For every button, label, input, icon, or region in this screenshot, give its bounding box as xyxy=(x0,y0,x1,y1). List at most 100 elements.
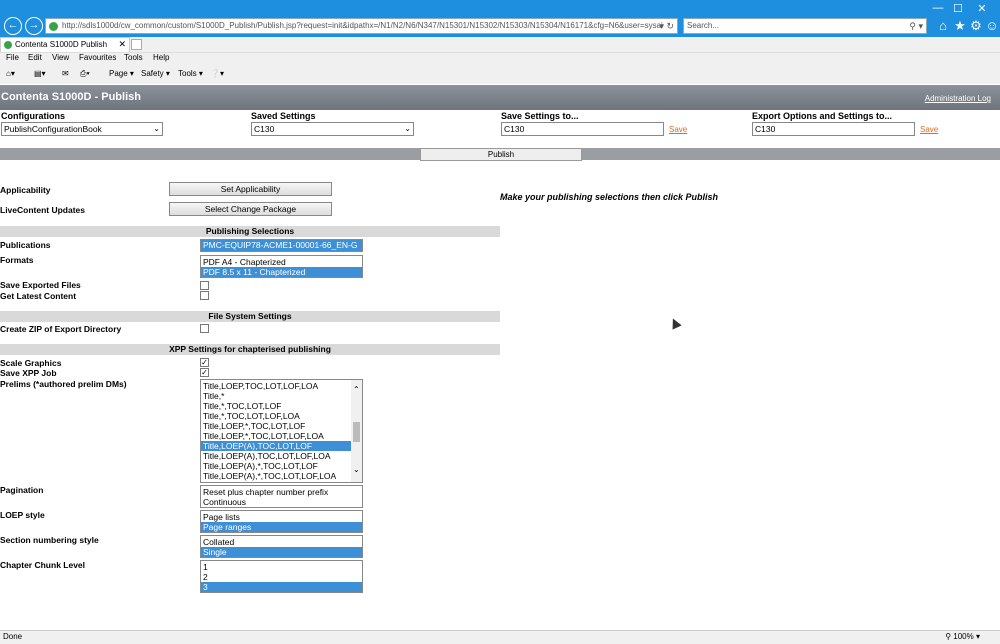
section-numbering-list[interactable]: Collated Single xyxy=(200,535,363,558)
safety-menu[interactable]: Safety ▾ xyxy=(141,69,170,78)
search-icon[interactable]: ⚲ ▾ xyxy=(909,19,923,33)
chunk-level-list[interactable]: 123 xyxy=(200,560,363,593)
menu-help[interactable]: Help xyxy=(153,53,169,62)
publications-item[interactable]: PMC-EQUIP78-ACME1-00001-66_EN-G xyxy=(201,240,362,251)
loep-style-item[interactable]: Page lists xyxy=(201,512,362,522)
new-tab-button[interactable] xyxy=(131,39,142,50)
close-icon[interactable]: ✕ xyxy=(972,2,992,15)
menu-view[interactable]: View xyxy=(52,53,69,62)
prelims-item[interactable]: Title,LOEP,*,TOC,LOT,LOF xyxy=(201,421,362,431)
app-header xyxy=(0,85,1000,110)
status-text: Done xyxy=(3,632,23,641)
section-numbering-item[interactable]: Single xyxy=(201,547,362,557)
formats-item[interactable]: PDF 8.5 x 11 - Chapterized xyxy=(201,267,362,277)
prelims-item[interactable]: Title,* xyxy=(201,391,362,401)
back-icon[interactable]: ← xyxy=(4,17,22,35)
address-bar[interactable]: http://sdls1000d/cw_common/custom/S1000D… xyxy=(45,18,678,34)
prelims-list[interactable]: Title,LOEP,TOC,LOT,LOF,LOA Title,* Title,*… xyxy=(200,379,363,483)
prelims-item[interactable]: Title,LOEP(A),TOC,LOT,LOF,LOA xyxy=(201,451,362,461)
section-numbering-label: Section numbering style xyxy=(0,535,99,545)
create-zip-checkbox[interactable] xyxy=(200,324,209,333)
chunk-level-label: Chapter Chunk Level xyxy=(0,560,86,570)
smiley-icon[interactable]: ☺ xyxy=(984,18,1000,33)
get-latest-checkbox[interactable] xyxy=(200,291,209,300)
address-url: http://sdls1000d/cw_common/custom/S1000D… xyxy=(62,21,663,30)
save-exported-checkbox[interactable] xyxy=(200,281,209,290)
browser-tab[interactable]: Contenta S1000D Publish ✕ xyxy=(0,37,130,52)
print-icon[interactable]: ⎙▾ xyxy=(80,69,90,79)
prelims-item[interactable]: Title,*,TOC,LOT,LOF xyxy=(201,401,362,411)
pagination-item[interactable]: Reset plus chapter number prefix xyxy=(201,487,362,497)
section-numbering-item[interactable]: Collated xyxy=(201,537,362,547)
gear-icon[interactable]: ⚙ xyxy=(968,18,984,34)
loep-style-list[interactable]: Page lists Page ranges xyxy=(200,510,363,533)
formats-item[interactable]: PDF A4 - Chapterized xyxy=(201,257,362,267)
tab-row xyxy=(0,37,1000,52)
prelims-item[interactable]: Title,LOEP(A),*,TOC,LOT,LOF,LOA xyxy=(201,471,362,481)
publications-label: Publications xyxy=(0,240,51,250)
scale-graphics-label: Scale Graphics xyxy=(0,358,62,368)
select-change-package-button[interactable]: Select Change Package xyxy=(169,202,332,216)
prelims-label: Prelims (*authored prelim DMs) xyxy=(0,379,127,389)
chunk-level-item[interactable]: 3 xyxy=(201,582,362,592)
pagination-list[interactable]: Reset plus chapter number prefix Continuo… xyxy=(200,485,363,508)
export-options-input[interactable]: C130 xyxy=(752,122,915,136)
search-placeholder: Search... xyxy=(687,21,720,30)
prelims-item[interactable]: Title,LOEP(A),TOC,LOT,LOF xyxy=(201,441,362,451)
formats-list[interactable]: PDF A4 - Chapterized PDF 8.5 x 11 - Chapt… xyxy=(200,255,363,278)
tab-favicon-icon xyxy=(4,41,12,49)
home-cmd-icon[interactable]: ⌂▾ xyxy=(6,69,15,78)
prelims-item[interactable]: Title,*,TOC,LOT,LOF,LOA xyxy=(201,411,362,421)
page-menu-label: Page xyxy=(109,69,128,78)
feeds-icon[interactable]: ▤▾ xyxy=(34,69,46,78)
tab-close-icon[interactable]: ✕ xyxy=(118,38,126,51)
minimize-icon[interactable]: — xyxy=(928,2,948,14)
saved-settings-select[interactable]: C130 ⌄ xyxy=(251,122,414,136)
save-xpp-checkbox[interactable]: ✓ xyxy=(200,368,209,377)
tab-title: Contenta S1000D Publish xyxy=(15,40,108,49)
home-icon[interactable]: ⌂ xyxy=(935,18,951,33)
prelims-item[interactable]: Title,LOEP(A),*,TOC,LOT,LOF xyxy=(201,461,362,471)
status-bar xyxy=(0,630,1000,644)
publications-list[interactable]: PMC-EQUIP78-ACME1-00001-66_EN-G xyxy=(200,239,363,252)
save-settings-input[interactable]: C130 xyxy=(501,122,664,136)
refresh-icon[interactable]: ▾ ↻ xyxy=(659,19,674,33)
page-title: Contenta S1000D - Publish xyxy=(1,91,141,103)
maximize-icon[interactable]: ☐ xyxy=(948,2,968,15)
search-box[interactable]: Search... ⚲ ▾ xyxy=(683,18,927,34)
export-save-link[interactable]: Save xyxy=(920,125,938,134)
mail-icon[interactable]: ✉ xyxy=(62,69,69,78)
forward-icon[interactable]: → xyxy=(25,17,43,35)
publish-hint: Make your publishing selections then cli… xyxy=(500,192,719,202)
help-icon[interactable]: ❔▾ xyxy=(210,69,224,78)
safety-menu-label: Safety xyxy=(141,69,164,78)
save-settings-link[interactable]: Save xyxy=(669,125,687,134)
prelims-item[interactable]: Title,LOEP,TOC,LOT,LOF,LOA xyxy=(201,381,362,391)
prelims-item[interactable]: Title,LOEP,*,TOC,LOT,LOF,LOA xyxy=(201,431,362,441)
file-system-settings-header: File System Settings xyxy=(0,311,500,322)
pagination-item[interactable]: Continuous xyxy=(201,497,362,507)
set-applicability-button[interactable]: Set Applicability xyxy=(169,182,332,196)
chunk-level-item[interactable]: 2 xyxy=(201,572,362,582)
pagination-label: Pagination xyxy=(0,485,44,495)
chevron-up-icon[interactable]: ⌃ xyxy=(353,385,360,394)
publish-button[interactable]: Publish xyxy=(420,148,582,161)
administration-log-link[interactable]: Administration Log xyxy=(925,94,991,103)
chunk-level-item[interactable]: 1 xyxy=(201,562,362,572)
favorites-star-icon[interactable]: ★ xyxy=(952,18,968,34)
menu-tools[interactable]: Tools xyxy=(124,53,143,62)
prelims-scroll-thumb[interactable] xyxy=(353,422,360,442)
create-zip-label: Create ZIP of Export Directory xyxy=(0,324,122,334)
page-menu[interactable]: Page ▾ xyxy=(109,69,134,78)
zoom-level[interactable]: ⚲ 100% ▾ xyxy=(945,632,980,641)
site-favicon-icon xyxy=(49,22,58,31)
menu-edit[interactable]: Edit xyxy=(28,53,42,62)
tools-menu[interactable]: Tools ▾ xyxy=(178,69,203,78)
menu-favourites[interactable]: Favourites xyxy=(79,53,116,62)
scale-graphics-checkbox[interactable]: ✓ xyxy=(200,358,209,367)
configurations-select[interactable]: PublishConfigurationBook ⌄ xyxy=(1,122,163,136)
chevron-down-icon[interactable]: ⌄ xyxy=(353,465,360,474)
loep-style-item[interactable]: Page ranges xyxy=(201,522,362,532)
configurations-value: PublishConfigurationBook xyxy=(4,124,102,134)
menu-file[interactable]: File xyxy=(6,53,19,62)
